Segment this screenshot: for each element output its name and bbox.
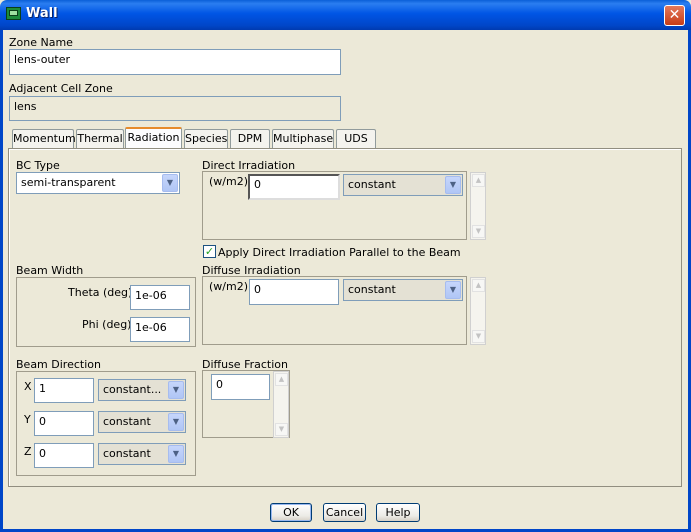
- diffuse-irradiation-input[interactable]: 0: [249, 279, 339, 305]
- diffuse-irradiation-method-value: constant: [348, 283, 396, 296]
- beam-direction-x-method-dropdown[interactable]: constant... ▼: [98, 379, 186, 401]
- tab-momentum[interactable]: Momentum: [12, 129, 76, 148]
- direct-irradiation-input[interactable]: 0: [248, 174, 340, 200]
- beam-direction-z-method-dropdown[interactable]: constant ▼: [98, 443, 186, 465]
- phi-input[interactable]: 1e-06: [130, 317, 190, 342]
- adjacent-cell-zone-field: lens: [9, 96, 341, 121]
- direct-irradiation-method-dropdown[interactable]: constant ▼: [343, 174, 463, 196]
- window-frame-left: [0, 30, 3, 532]
- direct-irradiation-method-value: constant: [348, 178, 396, 191]
- apply-parallel-checkbox[interactable]: ✓: [203, 245, 216, 258]
- diffuse-fraction-input[interactable]: 0: [211, 374, 270, 400]
- scroll-up-icon[interactable]: ▲: [275, 373, 288, 386]
- scroll-up-icon[interactable]: ▲: [472, 174, 485, 187]
- diffuse-irradiation-method-dropdown[interactable]: constant ▼: [343, 279, 463, 301]
- tab-multiphase[interactable]: Multiphase: [272, 129, 334, 148]
- app-icon: [6, 7, 21, 20]
- beam-width-label: Beam Width: [16, 264, 84, 277]
- window-title: Wall: [26, 6, 58, 21]
- beam-direction-y-method-dropdown[interactable]: constant ▼: [98, 411, 186, 433]
- tab-dpm[interactable]: DPM: [230, 129, 270, 148]
- axis-z-label: Z: [24, 445, 32, 458]
- chevron-down-icon: ▼: [162, 174, 178, 192]
- direct-irradiation-unit: (w/m2): [209, 175, 248, 188]
- chevron-down-icon: ▼: [445, 176, 461, 194]
- beam-direction-y-input[interactable]: 0: [34, 411, 94, 436]
- tab-thermal[interactable]: Thermal: [76, 129, 124, 148]
- bc-type-value: semi-transparent: [21, 176, 116, 189]
- scroll-down-icon[interactable]: ▼: [275, 423, 288, 436]
- tab-uds[interactable]: UDS: [336, 129, 376, 148]
- chevron-down-icon: ▼: [168, 413, 184, 431]
- bc-type-label: BC Type: [16, 159, 60, 172]
- beam-direction-z-input[interactable]: 0: [34, 443, 94, 468]
- tab-species[interactable]: Species: [184, 129, 228, 148]
- zone-name-input[interactable]: lens-outer: [9, 49, 341, 75]
- chevron-down-icon: ▼: [445, 281, 461, 299]
- scroll-down-icon[interactable]: ▼: [472, 225, 485, 238]
- close-button[interactable]: ✕: [664, 5, 685, 26]
- diffuse-irradiation-scrollbar[interactable]: ▲ ▼: [470, 277, 486, 345]
- beam-direction-z-method-value: constant: [103, 447, 151, 460]
- axis-y-label: Y: [24, 413, 31, 426]
- direct-irradiation-scrollbar[interactable]: ▲ ▼: [470, 172, 486, 240]
- diffuse-irradiation-unit: (w/m2): [209, 280, 248, 293]
- chevron-down-icon: ▼: [168, 381, 184, 399]
- zone-name-label: Zone Name: [9, 36, 73, 49]
- help-button[interactable]: Help: [376, 503, 420, 522]
- title-bar[interactable]: [0, 0, 691, 30]
- scroll-down-icon[interactable]: ▼: [472, 330, 485, 343]
- beam-direction-y-method-value: constant: [103, 415, 151, 428]
- beam-direction-label: Beam Direction: [16, 358, 101, 371]
- adjacent-cell-zone-label: Adjacent Cell Zone: [9, 82, 113, 95]
- beam-direction-x-method-value: constant...: [103, 383, 162, 396]
- axis-x-label: X: [24, 380, 32, 393]
- ok-button[interactable]: OK: [270, 503, 312, 522]
- phi-label: Phi (deg): [82, 318, 132, 331]
- scroll-up-icon[interactable]: ▲: [472, 279, 485, 292]
- bc-type-dropdown[interactable]: semi-transparent ▼: [16, 172, 180, 194]
- tab-radiation[interactable]: Radiation: [125, 127, 182, 150]
- beam-direction-x-input[interactable]: 1: [34, 378, 94, 403]
- chevron-down-icon: ▼: [168, 445, 184, 463]
- apply-parallel-label[interactable]: Apply Direct Irradiation Parallel to the…: [218, 246, 461, 259]
- diffuse-fraction-scrollbar[interactable]: ▲ ▼: [273, 371, 289, 438]
- theta-label: Theta (deg): [68, 286, 133, 299]
- theta-input[interactable]: 1e-06: [130, 285, 190, 310]
- cancel-button[interactable]: Cancel: [323, 503, 366, 522]
